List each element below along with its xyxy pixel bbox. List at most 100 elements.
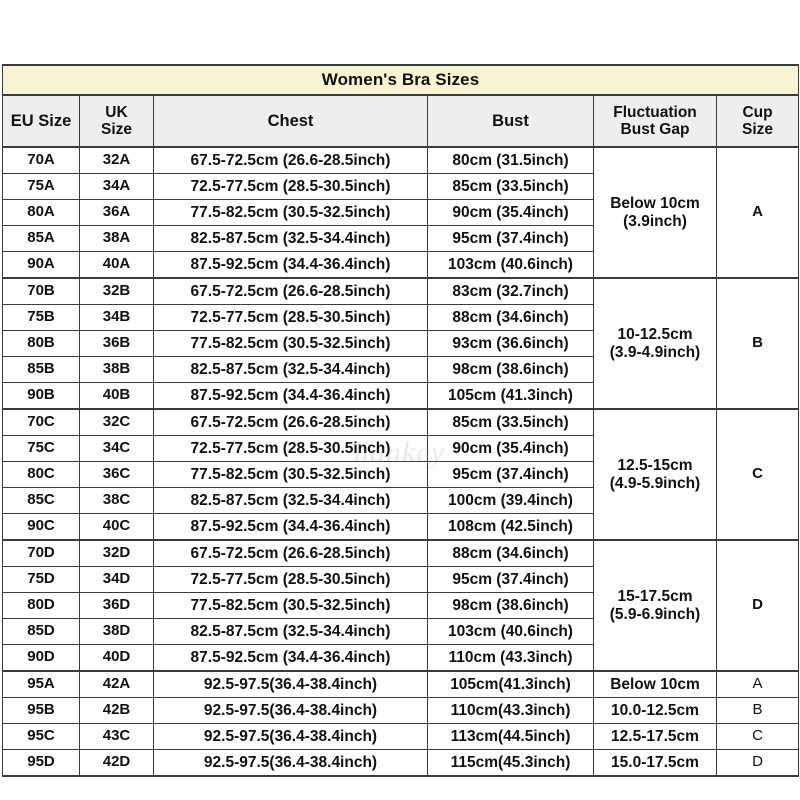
column-header-bust: Bust xyxy=(427,94,594,148)
cell-uk-size: 40B xyxy=(79,382,154,410)
cell-eu-size: 80C xyxy=(2,461,80,488)
table-header-row: EU Size UK Size Chest Bust Fluctuation B… xyxy=(2,94,800,148)
cell-uk-size: 42B xyxy=(79,697,154,724)
table-row: 95A 42A 92.5-97.5(36.4-38.4inch) 105cm(41.3… xyxy=(2,670,800,698)
cell-bust: 113cm(44.5inch) xyxy=(427,723,594,750)
table-title-row: Women's Bra Sizes xyxy=(1,64,800,96)
cell-cup-size: D xyxy=(715,749,800,777)
cell-chest: 72.5-77.5cm (28.5-30.5inch) xyxy=(153,304,428,331)
cell-bust: 95cm (37.4inch) xyxy=(427,566,594,593)
fluctuation-line2: (5.9-6.9inch) xyxy=(609,605,701,623)
cell-bust: 90cm (35.4inch) xyxy=(427,435,594,462)
cell-eu-size: 85C xyxy=(2,487,80,514)
cell-uk-size: 38C xyxy=(79,487,154,514)
cell-eu-size: 70B xyxy=(2,277,80,305)
cell-uk-size: 32A xyxy=(79,146,154,174)
cell-cup-size: A xyxy=(715,670,800,698)
cell-uk-size: 36B xyxy=(79,330,154,357)
cell-cup-size: C xyxy=(715,408,800,541)
cell-eu-size: 90A xyxy=(2,251,80,279)
cell-cup-size: B xyxy=(715,697,800,724)
cell-bust: 105cm(41.3inch) xyxy=(427,670,594,698)
cell-uk-size: 32B xyxy=(79,277,154,305)
cell-bust: 88cm (34.6inch) xyxy=(427,539,594,567)
table-row: 70A 32A 67.5-72.5cm (26.6-28.5inch) 80cm (3… xyxy=(2,146,800,279)
cell-eu-size: 90B xyxy=(2,382,80,410)
cell-eu-size: 80B xyxy=(2,330,80,357)
cell-eu-size: 90C xyxy=(2,513,80,541)
cell-uk-size: 38B xyxy=(79,356,154,383)
cell-chest: 72.5-77.5cm (28.5-30.5inch) xyxy=(153,173,428,200)
cell-bust: 110cm(43.3inch) xyxy=(427,697,594,724)
cell-chest: 82.5-87.5cm (32.5-34.4inch) xyxy=(153,356,428,383)
cell-eu-size: 75B xyxy=(2,304,80,331)
cell-uk-size: 38D xyxy=(79,618,154,645)
cell-uk-size: 40A xyxy=(79,251,154,279)
bra-size-table: Women's Bra Sizes EU Size UK Size Chest … xyxy=(1,64,800,777)
cell-uk-size: 34A xyxy=(79,173,154,200)
cup-size-line1: Cup xyxy=(742,103,773,121)
cell-eu-size: 80A xyxy=(2,199,80,226)
cell-chest: 77.5-82.5cm (30.5-32.5inch) xyxy=(153,592,428,619)
cell-cup-size: A xyxy=(715,146,800,279)
cell-bust: 88cm (34.6inch) xyxy=(427,304,594,331)
cell-eu-size: 75C xyxy=(2,435,80,462)
cell-uk-size: 36A xyxy=(79,199,154,226)
fluctuation-line1: 12.5-15cm xyxy=(617,457,693,475)
cell-eu-size: 95D xyxy=(2,749,80,777)
cell-eu-size: 70A xyxy=(2,146,80,174)
fluctuation-line2: (3.9inch) xyxy=(623,212,687,230)
cell-chest: 87.5-92.5cm (34.4-36.4inch) xyxy=(153,382,428,410)
cell-bust: 103cm (40.6inch) xyxy=(427,251,594,279)
cell-chest: 92.5-97.5(36.4-38.4inch) xyxy=(153,697,428,724)
cell-fluctuation-bust-gap: Below 10cm xyxy=(593,670,717,698)
cell-chest: 77.5-82.5cm (30.5-32.5inch) xyxy=(153,461,428,488)
cell-chest: 92.5-97.5(36.4-38.4inch) xyxy=(153,749,428,777)
table-row: 70B 32B 67.5-72.5cm (26.6-28.5inch) 83cm (3… xyxy=(2,277,800,410)
cell-chest: 92.5-97.5(36.4-38.4inch) xyxy=(153,723,428,750)
table-row: 95C 43C 92.5-97.5(36.4-38.4inch) 113cm(44.5… xyxy=(2,723,800,750)
column-header-fluctuation-bust-gap: Fluctuation Bust Gap xyxy=(593,94,717,148)
cell-chest: 87.5-92.5cm (34.4-36.4inch) xyxy=(153,644,428,672)
cell-chest: 87.5-92.5cm (34.4-36.4inch) xyxy=(153,251,428,279)
cell-chest: 67.5-72.5cm (26.6-28.5inch) xyxy=(153,277,428,305)
cell-eu-size: 85A xyxy=(2,225,80,252)
fluctuation-line1: Below 10cm xyxy=(610,195,700,213)
cell-fluctuation-bust-gap: 15.0-17.5cm xyxy=(593,749,717,777)
table-row: 95B 42B 92.5-97.5(36.4-38.4inch) 110cm(43.3… xyxy=(2,697,800,724)
column-header-cup-size: Cup Size xyxy=(715,94,800,148)
cell-bust: 105cm (41.3inch) xyxy=(427,382,594,410)
table-body: 70A 32A 67.5-72.5cm (26.6-28.5inch) 80cm (3… xyxy=(2,146,800,777)
cell-bust: 85cm (33.5inch) xyxy=(427,173,594,200)
cell-bust: 80cm (31.5inch) xyxy=(427,146,594,174)
cell-uk-size: 34D xyxy=(79,566,154,593)
cell-uk-size: 42A xyxy=(79,670,154,698)
cell-cup-size: B xyxy=(715,277,800,410)
cup-size-line2: Size xyxy=(742,121,774,138)
cell-uk-size: 43C xyxy=(79,723,154,750)
cell-chest: 87.5-92.5cm (34.4-36.4inch) xyxy=(153,513,428,541)
cell-eu-size: 75A xyxy=(2,173,80,200)
cell-eu-size: 95B xyxy=(2,697,80,724)
cell-uk-size: 32C xyxy=(79,408,154,436)
cell-uk-size: 36C xyxy=(79,461,154,488)
cell-eu-size: 80D xyxy=(2,592,80,619)
cell-cup-size: C xyxy=(715,723,800,750)
cell-uk-size: 34B xyxy=(79,304,154,331)
cell-eu-size: 70D xyxy=(2,539,80,567)
cell-chest: 72.5-77.5cm (28.5-30.5inch) xyxy=(153,435,428,462)
cell-fluctuation-bust-gap: 10.0-12.5cm xyxy=(593,697,717,724)
table-row: 95D 42D 92.5-97.5(36.4-38.4inch) 115cm(45.3… xyxy=(2,749,800,777)
cell-fluctuation-bust-gap: 10-12.5cm (3.9-4.9inch) xyxy=(593,277,717,410)
cell-eu-size: 70C xyxy=(2,408,80,436)
cell-chest: 82.5-87.5cm (32.5-34.4inch) xyxy=(153,225,428,252)
cell-uk-size: 40D xyxy=(79,644,154,672)
cell-uk-size: 42D xyxy=(79,749,154,777)
cell-bust: 85cm (33.5inch) xyxy=(427,408,594,436)
fluctuation-header-line2: Bust Gap xyxy=(620,121,690,138)
cell-fluctuation-bust-gap: Below 10cm (3.9inch) xyxy=(593,146,717,279)
cell-eu-size: 75D xyxy=(2,566,80,593)
uk-size-line1: UK xyxy=(105,103,128,121)
cell-bust: 108cm (42.5inch) xyxy=(427,513,594,541)
cell-bust: 115cm(45.3inch) xyxy=(427,749,594,777)
